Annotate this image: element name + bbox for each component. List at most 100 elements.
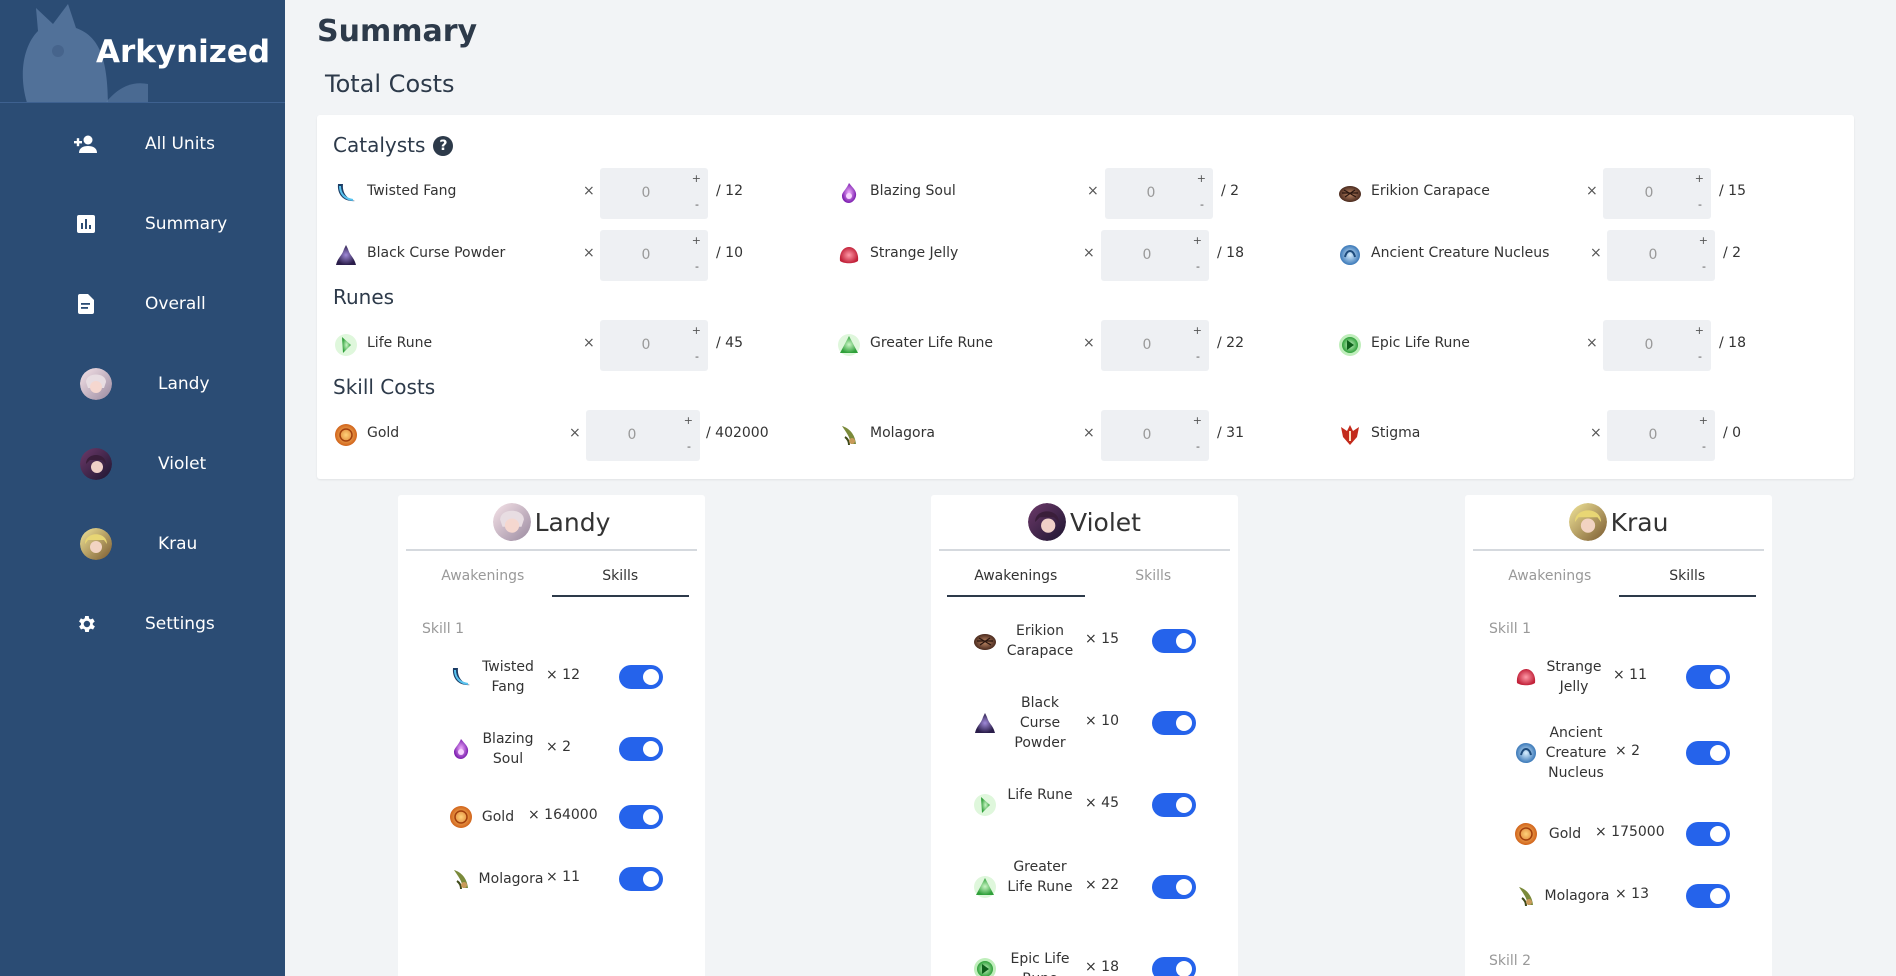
quantity-stepper[interactable]: 0 + - <box>1101 320 1209 371</box>
tab-awakenings[interactable]: Awakenings <box>947 557 1085 597</box>
quantity-stepper[interactable]: 0 + - <box>1101 230 1209 281</box>
gold-icon <box>1515 823 1537 845</box>
item-toggle[interactable] <box>619 737 663 761</box>
increment-button[interactable]: + <box>1193 414 1202 427</box>
quantity-stepper[interactable]: 0 + - <box>1101 410 1209 461</box>
life-rune-icon <box>335 334 357 356</box>
quantity-value[interactable]: 0 <box>1105 185 1197 201</box>
decrement-button[interactable]: - <box>695 350 699 363</box>
tab-skills[interactable]: Skills <box>1085 557 1223 597</box>
skill-costs-heading: Skill Costs <box>333 375 436 399</box>
decrement-button[interactable]: - <box>1698 350 1702 363</box>
cost-item-ancient-creature-nucleus: Ancient Creature Nucleus × 0 + - / 2 <box>1338 227 1758 282</box>
quantity-stepper[interactable]: 0 + - <box>600 230 708 281</box>
increment-button[interactable]: + <box>1193 324 1202 337</box>
quantity-value[interactable]: 0 <box>1101 247 1193 263</box>
item-toggle[interactable] <box>619 665 663 689</box>
brand[interactable]: Arkynized <box>0 0 285 103</box>
decrement-button[interactable]: - <box>1200 198 1204 211</box>
quantity-stepper[interactable]: 0 + - <box>600 320 708 371</box>
greater-life-rune-icon <box>838 334 860 356</box>
decrement-button[interactable]: - <box>1196 260 1200 273</box>
quantity-stepper[interactable]: 0 + - <box>586 410 700 461</box>
item-toggle[interactable] <box>1686 665 1730 689</box>
quantity-stepper[interactable]: 0 + - <box>1607 230 1715 281</box>
increment-button[interactable]: + <box>1695 172 1704 185</box>
item-name: Life Rune <box>367 335 433 351</box>
increment-button[interactable]: + <box>1695 324 1704 337</box>
required-total: / 12 <box>716 183 743 199</box>
decrement-button[interactable]: - <box>687 440 691 453</box>
item-toggle[interactable] <box>1152 957 1196 976</box>
item-toggle[interactable] <box>1152 875 1196 899</box>
list-item: Blazing Soul × 2 <box>398 727 705 771</box>
sidebar-item-krau[interactable]: Krau <box>0 514 285 574</box>
quantity-stepper[interactable]: 0 + - <box>1603 320 1711 371</box>
quantity-value[interactable]: 0 <box>1607 427 1699 443</box>
times-sign: × <box>569 425 581 441</box>
list-item: Ancient Creature Nucleus × 2 <box>1465 721 1772 785</box>
decrement-button[interactable]: - <box>695 260 699 273</box>
quantity-value[interactable]: 0 <box>1101 337 1193 353</box>
item-toggle[interactable] <box>1152 711 1196 735</box>
item-toggle[interactable] <box>1686 741 1730 765</box>
cost-item-blazing-soul: Blazing Soul × 0 + - / 2 <box>837 165 1257 220</box>
gear-icon <box>72 610 100 638</box>
increment-button[interactable]: + <box>692 172 701 185</box>
tab-awakenings[interactable]: Awakenings <box>1481 557 1619 597</box>
sidebar-item-landy[interactable]: Landy <box>0 354 285 414</box>
quantity-value[interactable]: 0 <box>600 247 692 263</box>
quantity-stepper[interactable]: 0 + - <box>1105 168 1213 219</box>
molagora-icon <box>1519 887 1533 907</box>
increment-button[interactable]: + <box>692 234 701 247</box>
decrement-button[interactable]: - <box>1196 350 1200 363</box>
item-toggle[interactable] <box>1152 629 1196 653</box>
decrement-button[interactable]: - <box>1702 260 1706 273</box>
sidebar-item-summary[interactable]: Summary <box>0 194 285 254</box>
item-name: Erikion Carapace <box>1371 183 1490 199</box>
decrement-button[interactable]: - <box>1698 198 1702 211</box>
brand-title: Arkynized <box>96 34 271 70</box>
quantity-value[interactable]: 0 <box>1101 427 1193 443</box>
skill-section-label: Skill 1 <box>422 621 465 637</box>
quantity-value[interactable]: 0 <box>1603 337 1695 353</box>
sidebar-item-violet[interactable]: Violet <box>0 434 285 494</box>
increment-button[interactable]: + <box>1699 414 1708 427</box>
item-name: Blazing Soul <box>482 731 534 767</box>
increment-button[interactable]: + <box>684 414 693 427</box>
tab-skills[interactable]: Skills <box>551 557 689 597</box>
decrement-button[interactable]: - <box>1196 440 1200 453</box>
unit-name: Landy <box>534 507 611 537</box>
item-toggle[interactable] <box>1152 793 1196 817</box>
increment-button[interactable]: + <box>1197 172 1206 185</box>
item-toggle[interactable] <box>1686 884 1730 908</box>
quantity-stepper[interactable]: 0 + - <box>1603 168 1711 219</box>
decrement-button[interactable]: - <box>695 198 699 211</box>
help-icon[interactable]: ? <box>433 136 454 156</box>
increment-button[interactable]: + <box>1699 234 1708 247</box>
increment-button[interactable]: + <box>692 324 701 337</box>
item-toggle[interactable] <box>619 867 663 891</box>
quantity-stepper[interactable]: 0 + - <box>1607 410 1715 461</box>
section-title: Total Costs <box>325 70 455 98</box>
tab-awakenings[interactable]: Awakenings <box>414 557 552 597</box>
item-toggle[interactable] <box>619 805 663 829</box>
tab-skills[interactable]: Skills <box>1618 557 1756 597</box>
sidebar-item-overall[interactable]: Overall <box>0 274 285 334</box>
item-toggle[interactable] <box>1686 822 1730 846</box>
erikion-carapace-icon <box>1339 186 1361 202</box>
item-name: Epic Life Rune <box>1371 335 1470 351</box>
increment-button[interactable]: + <box>1193 234 1202 247</box>
sidebar-item-settings[interactable]: Settings <box>0 594 285 654</box>
item-quantity: × 11 <box>546 869 580 885</box>
sidebar-item-all-units[interactable]: All Units <box>0 114 285 174</box>
decrement-button[interactable]: - <box>1702 440 1706 453</box>
quantity-value[interactable]: 0 <box>586 427 678 443</box>
cost-item-epic-life-rune: Epic Life Rune × 0 + - / 18 <box>1338 317 1758 372</box>
quantity-stepper[interactable]: 0 + - <box>600 168 708 219</box>
quantity-value[interactable]: 0 <box>1607 247 1699 263</box>
item-quantity: × 2 <box>1615 743 1641 759</box>
quantity-value[interactable]: 0 <box>1603 185 1695 201</box>
quantity-value[interactable]: 0 <box>600 185 692 201</box>
quantity-value[interactable]: 0 <box>600 337 692 353</box>
